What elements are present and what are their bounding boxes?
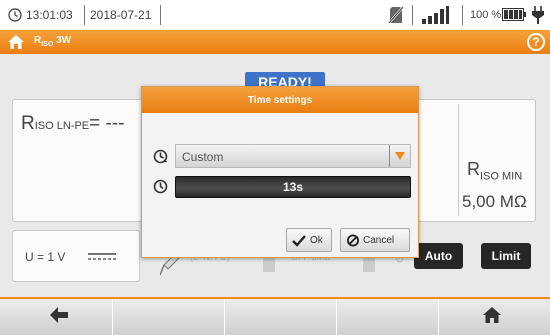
- battery-percent: 100 %: [470, 9, 502, 21]
- home-icon[interactable]: [483, 306, 501, 324]
- checkmark-icon: [292, 235, 306, 247]
- dc-symbol-icon: [88, 253, 116, 260]
- riso-min-sub: ISO MIN: [480, 170, 523, 183]
- riso-min-label: RISO MIN: [467, 159, 522, 183]
- ghost-checkbox: [263, 258, 275, 272]
- bottom-navigation: [0, 297, 550, 335]
- panel-divider: [458, 104, 459, 216]
- timer-mode-icon: [153, 149, 168, 164]
- riso-min-main: R: [467, 159, 480, 179]
- result-label-sub: ISO LN-PE: [34, 120, 90, 132]
- status-bar: 13:01:03 2018-07-21 100 %: [0, 0, 550, 30]
- cancel-button[interactable]: Cancel: [340, 228, 410, 252]
- status-divider: [412, 5, 413, 25]
- cancel-icon: [346, 234, 360, 247]
- clock-icon: [8, 8, 22, 22]
- time-value: 13s: [282, 180, 304, 194]
- status-date: 2018-07-21: [90, 8, 152, 22]
- ghost-checkbox: [363, 258, 375, 272]
- signal-strength-icon: [422, 6, 449, 24]
- nav-divider: [224, 299, 225, 335]
- title-bar: RISO 3W ?: [0, 30, 550, 54]
- riso-min-value: 5,00 MΩ: [462, 192, 527, 211]
- result-label: RISO LN-PE= ---: [21, 113, 125, 135]
- title-suffix: 3W: [53, 35, 72, 46]
- status-divider: [462, 5, 463, 25]
- no-sd-card-icon: [388, 6, 404, 24]
- ok-label: Ok: [310, 235, 323, 246]
- dropdown-arrow-icon[interactable]: [395, 152, 405, 160]
- power-plug-icon: [532, 6, 544, 24]
- nav-divider: [438, 299, 439, 335]
- voltage-label: U = 1 V: [25, 250, 66, 264]
- status-divider: [160, 5, 161, 25]
- dialog-title: Time settings: [142, 87, 418, 113]
- cancel-label: Cancel: [363, 235, 395, 246]
- back-arrow-icon[interactable]: [50, 307, 68, 323]
- clock-icon: [153, 179, 168, 194]
- help-icon[interactable]: ?: [527, 33, 545, 51]
- nav-divider: [336, 299, 337, 335]
- page-title: RISO 3W: [34, 35, 71, 48]
- status-time: 13:01:03: [26, 8, 73, 22]
- limit-button[interactable]: Limit: [481, 243, 531, 269]
- result-label-main: R: [21, 113, 35, 134]
- home-icon[interactable]: [8, 34, 24, 50]
- time-mode-value: Custom: [182, 150, 224, 164]
- auto-button[interactable]: Auto: [414, 243, 463, 269]
- status-divider: [84, 5, 85, 25]
- title-sub: ISO: [41, 41, 54, 48]
- ok-button[interactable]: Ok: [286, 228, 332, 252]
- nav-divider: [112, 299, 113, 335]
- result-value: = ---: [89, 113, 125, 134]
- battery-icon: [502, 8, 526, 21]
- select-divider: [389, 145, 390, 167]
